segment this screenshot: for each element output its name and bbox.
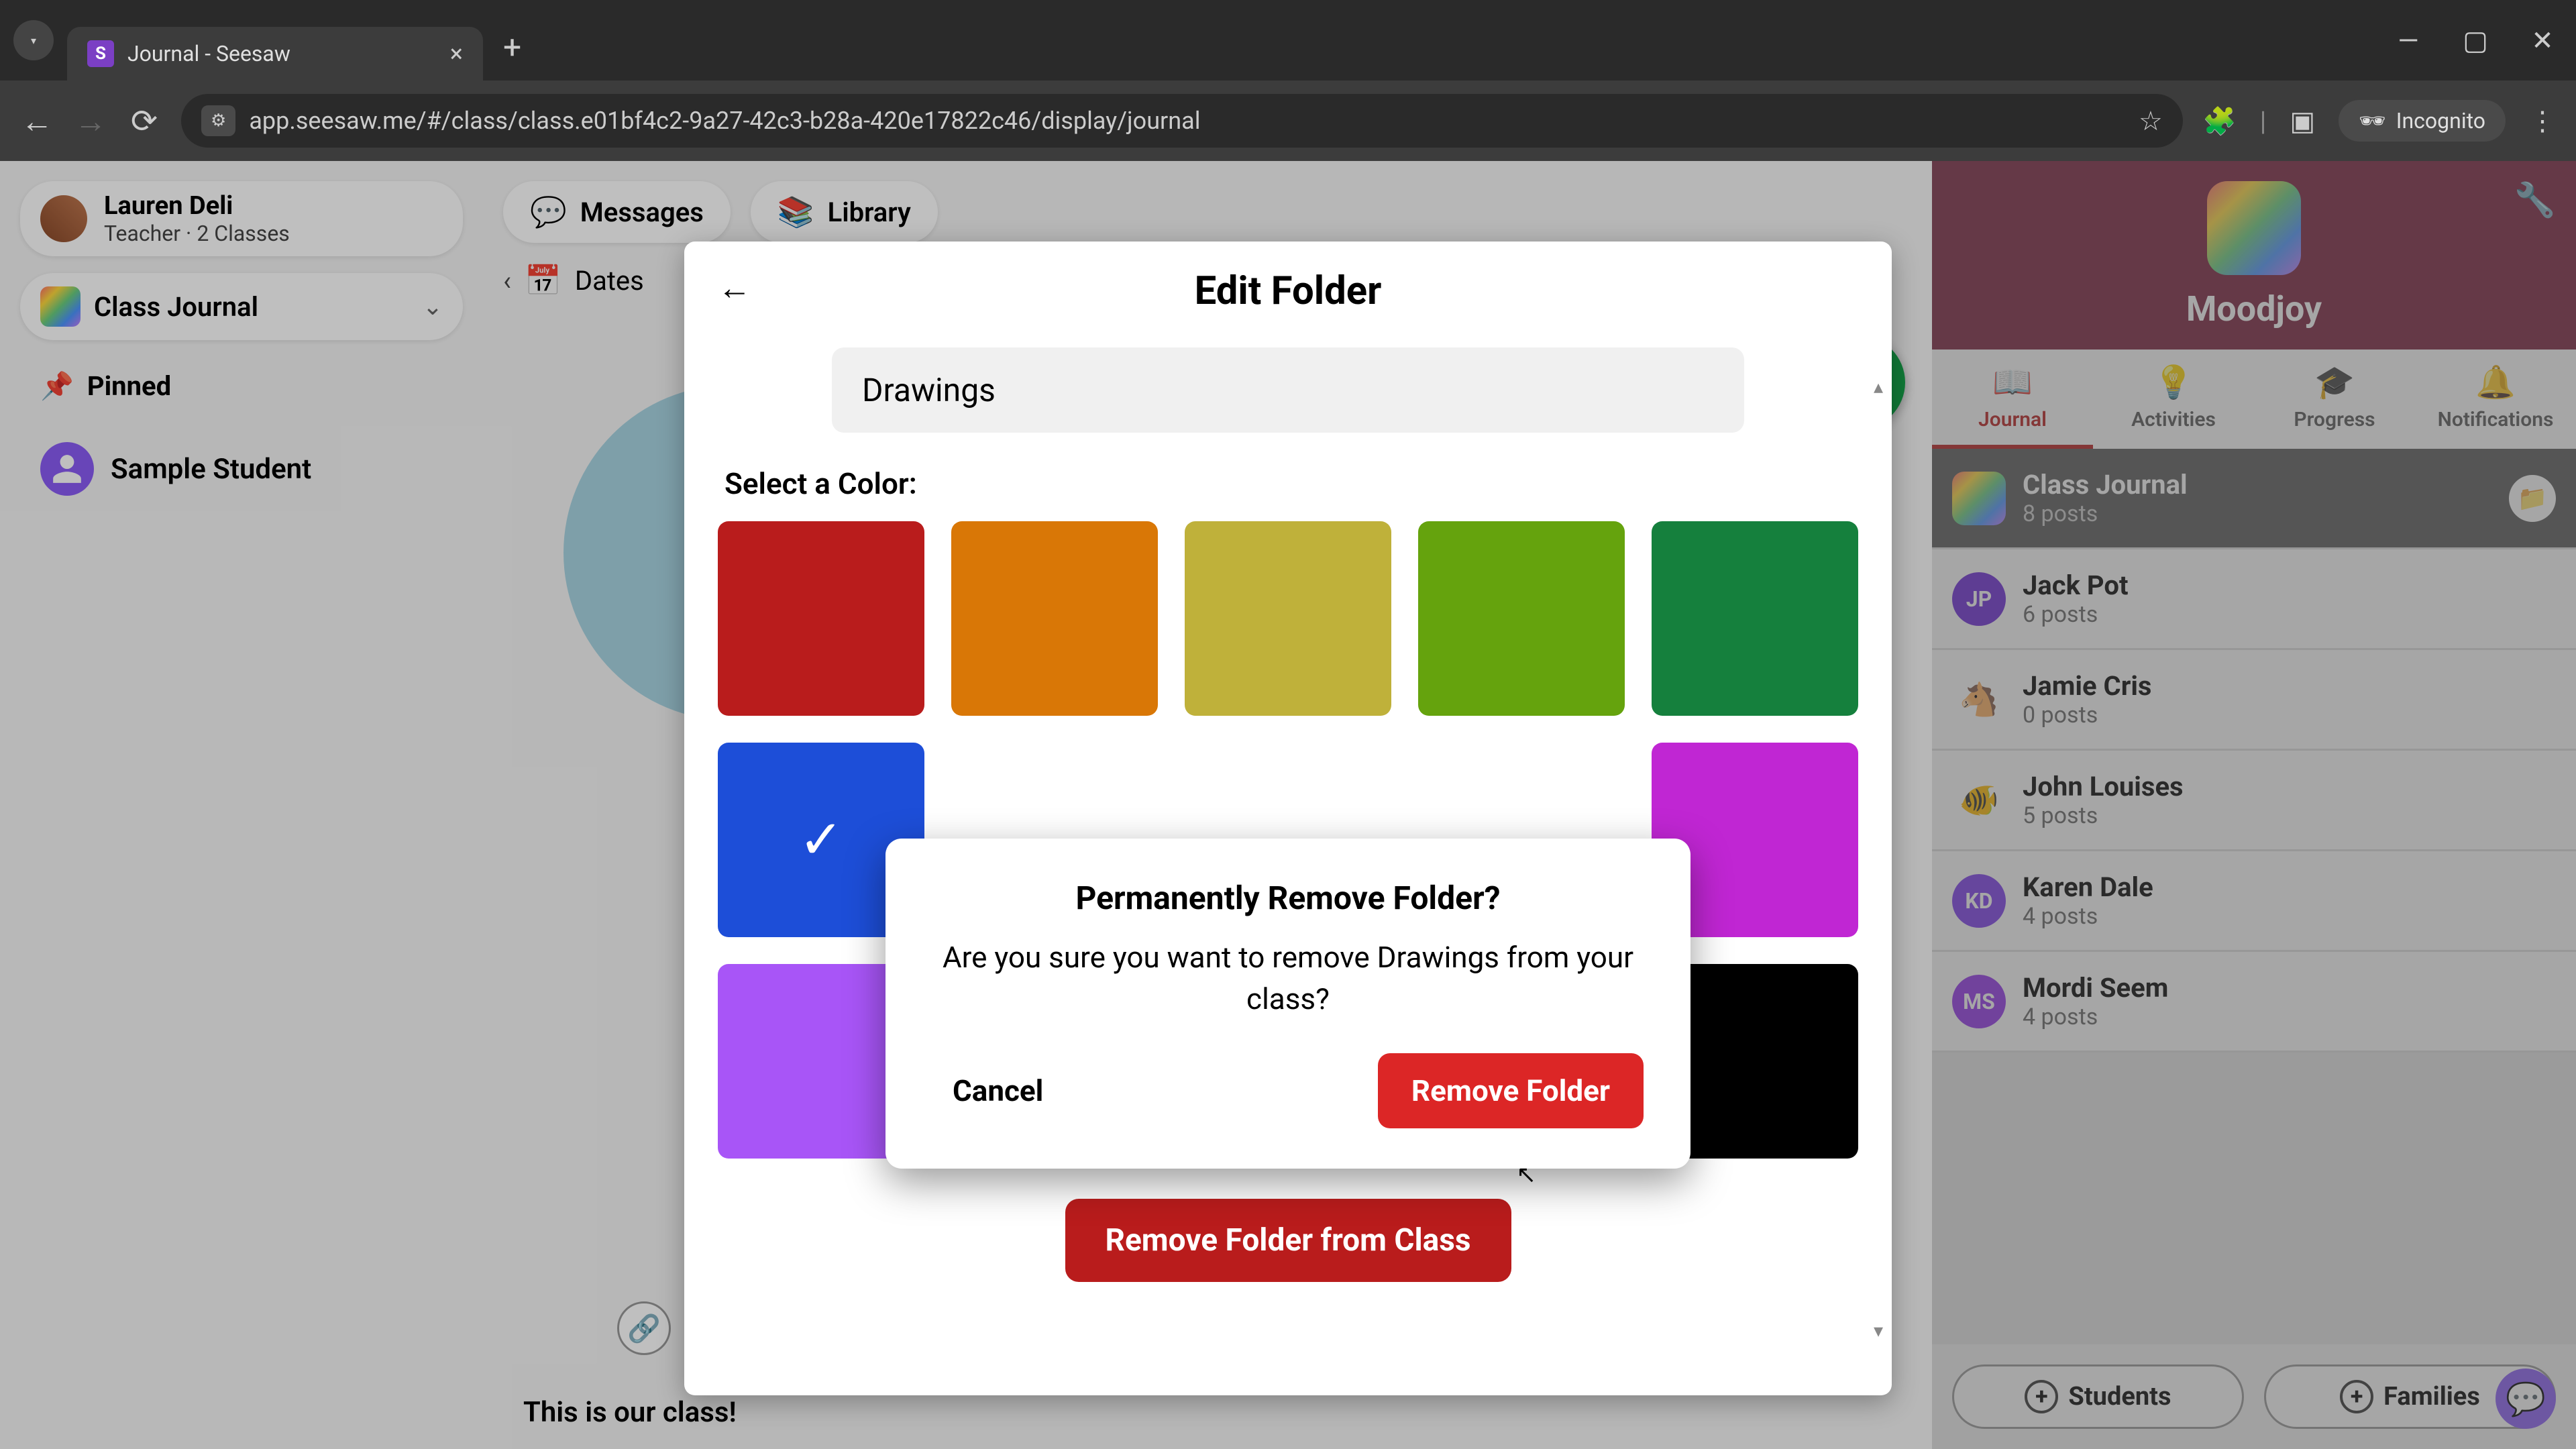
url-text: app.seesaw.me/#/class/class.e01bf4c2-9a2… [249,107,2125,135]
confirm-body: Are you sure you want to remove Drawings… [932,937,1644,1020]
tab-search-dropdown[interactable]: ▾ [13,20,54,60]
url-bar[interactable]: ⚙ app.seesaw.me/#/class/class.e01bf4c2-9… [181,94,2183,148]
reload-button[interactable]: ⟳ [127,102,161,140]
color-swatch[interactable] [951,521,1158,716]
close-window-icon[interactable]: ✕ [2522,25,2563,56]
chrome-menu-icon[interactable]: ⋮ [2529,105,2556,137]
minimize-icon[interactable]: — [2388,25,2428,56]
color-swatch[interactable] [718,521,924,716]
confirm-title: Permanently Remove Folder? [932,879,1644,917]
modal-back-arrow[interactable]: ← [718,268,751,308]
cancel-button[interactable]: Cancel [932,1060,1063,1122]
folder-name-input[interactable] [832,347,1744,433]
incognito-icon: 🕶 [2359,108,2386,133]
browser-tab[interactable]: S Journal - Seesaw × [67,27,483,80]
app-root: Lauren Deli Teacher · 2 Classes Class Jo… [0,161,2576,1449]
remove-folder-button[interactable]: Remove Folder [1378,1053,1644,1128]
incognito-label: Incognito [2396,108,2485,133]
cursor-icon: ↖ [1516,1161,1536,1189]
new-tab-button[interactable]: + [503,28,521,66]
scroll-up-icon[interactable]: ▴ [1870,376,1886,398]
window-controls: — ▢ ✕ [2388,25,2563,56]
modal-scrollbar[interactable]: ▴ ▾ [1870,376,1886,1342]
tab-title: Journal - Seesaw [127,41,437,66]
address-bar: ← → ⟳ ⚙ app.seesaw.me/#/class/class.e01b… [0,80,2576,161]
confirm-remove-dialog: Permanently Remove Folder? Are you sure … [885,839,1690,1169]
edit-folder-modal: ← Edit Folder Select a Color: ✓ Remove F… [684,241,1892,1395]
scroll-down-icon[interactable]: ▾ [1870,1320,1886,1342]
color-swatch[interactable] [1185,521,1391,716]
reader-icon[interactable]: ▣ [2290,105,2315,137]
site-info-icon[interactable]: ⚙ [201,105,235,136]
close-tab-icon[interactable]: × [450,40,463,68]
side-panel-icon[interactable]: | [2260,105,2267,137]
bookmark-icon[interactable]: ☆ [2139,105,2163,137]
check-icon: ✓ [798,808,843,871]
tab-favicon: S [87,40,114,67]
modal-title: Edit Folder [718,268,1858,314]
maximize-icon[interactable]: ▢ [2455,25,2496,56]
remove-folder-from-class-button[interactable]: Remove Folder from Class [1065,1199,1511,1282]
forward-button[interactable]: → [74,102,107,140]
color-swatch[interactable] [1418,521,1625,716]
color-swatch[interactable] [1652,521,1858,716]
browser-tab-bar: ▾ S Journal - Seesaw × + — ▢ ✕ [0,0,2576,80]
extensions-icon[interactable]: 🧩 [2203,105,2237,137]
back-button[interactable]: ← [20,102,54,140]
incognito-badge: 🕶 Incognito [2339,100,2506,142]
color-label: Select a Color: [724,466,1858,501]
